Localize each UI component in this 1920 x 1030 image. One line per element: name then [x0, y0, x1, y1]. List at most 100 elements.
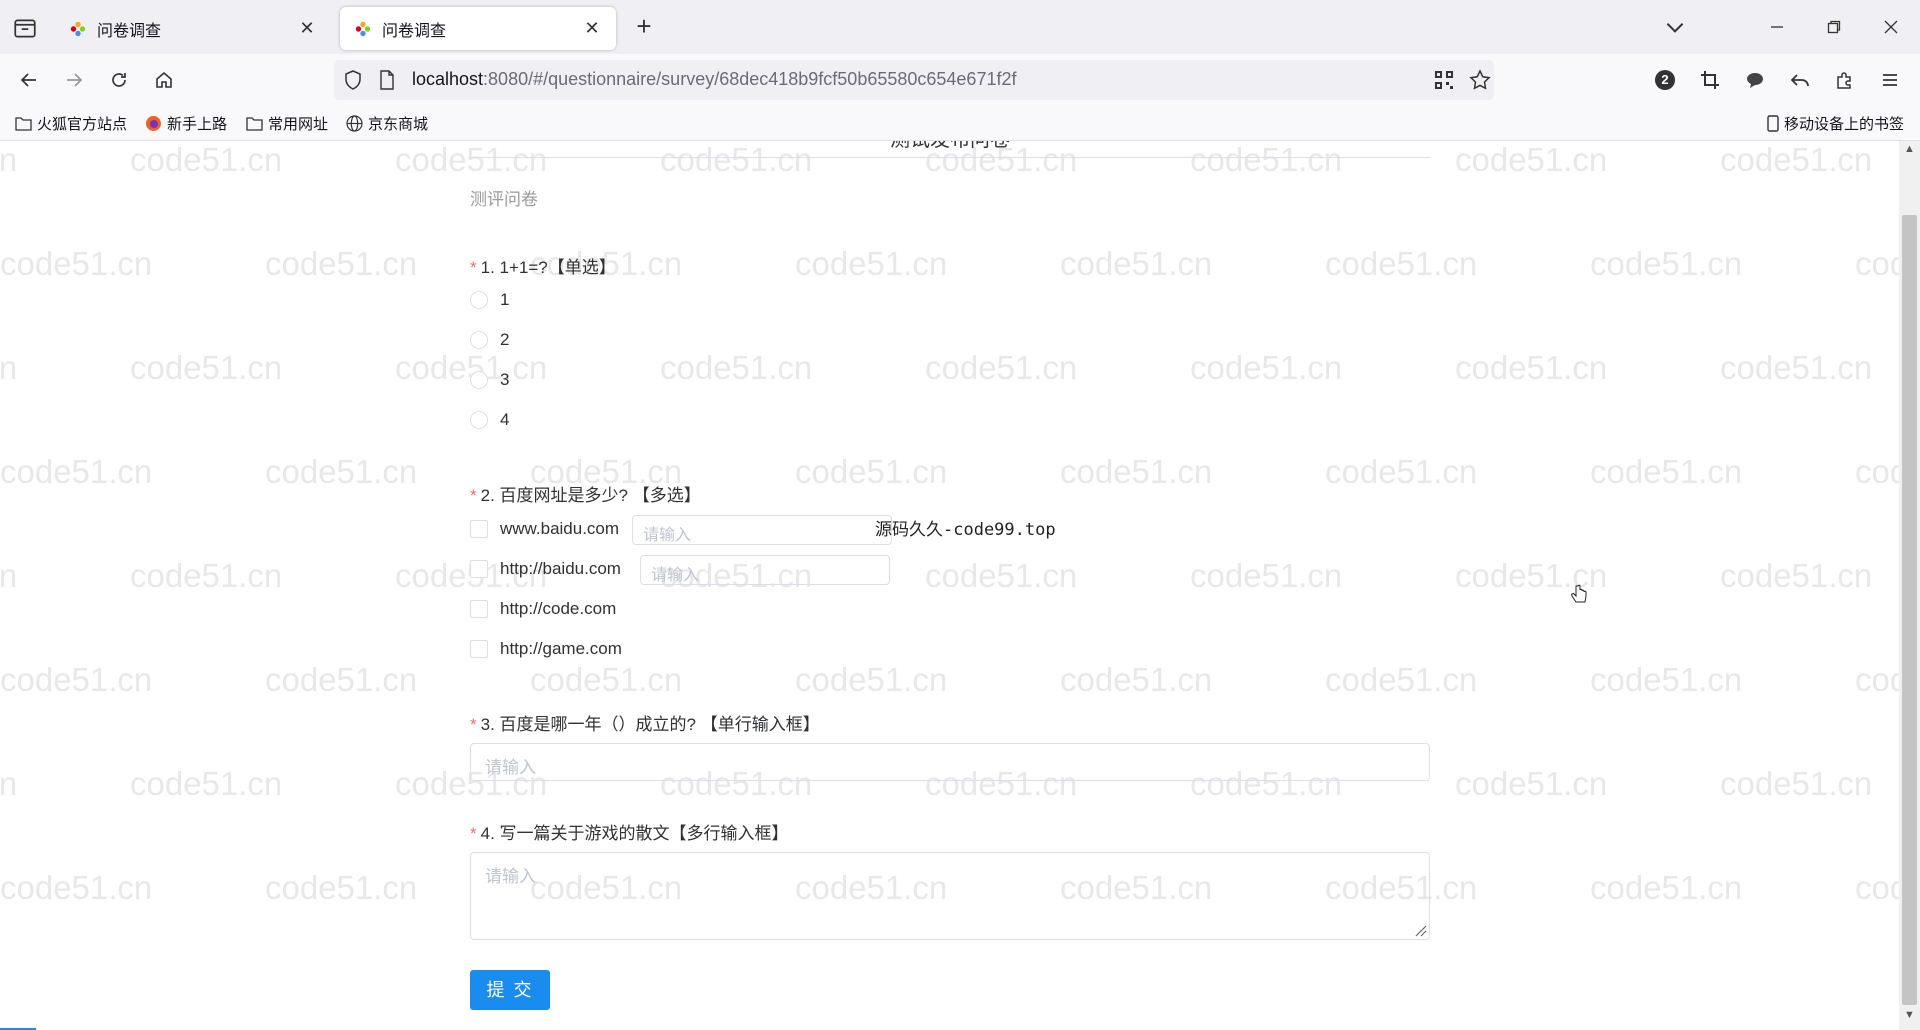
option-label: 1 — [500, 290, 510, 309]
checkbox[interactable] — [470, 600, 488, 618]
radio-option[interactable]: 3 — [470, 368, 509, 392]
option-label: 2 — [500, 330, 510, 349]
survey-title: 测试发布问卷 — [470, 141, 1430, 158]
bookmark-item[interactable]: 京东商城 — [346, 112, 428, 134]
arrow-left-icon — [20, 73, 36, 87]
scroll-up-arrow-icon[interactable]: ▲ — [1899, 143, 1920, 161]
radio-button[interactable] — [470, 291, 488, 309]
bookmark-item[interactable]: 新手上路 — [145, 112, 227, 134]
pinwheel-favicon-icon — [355, 21, 371, 36]
radio-option[interactable]: 2 — [470, 328, 509, 352]
reload-icon — [112, 73, 126, 87]
bookmark-label: 新手上路 — [167, 115, 228, 133]
scrollbar-thumb[interactable] — [1902, 215, 1917, 1005]
arrow-right-icon — [67, 73, 83, 87]
question-number: 4. — [480, 824, 495, 843]
resize-grip-icon[interactable] — [1413, 923, 1427, 937]
watermark-text: code51.cn — [795, 661, 948, 698]
submit-button[interactable]: 提 交 — [470, 970, 550, 1010]
back-button[interactable] — [14, 65, 44, 95]
undo-button[interactable] — [1785, 65, 1815, 95]
option-extra-input[interactable]: 请输入 — [640, 555, 890, 585]
screenshot-crop-button[interactable] — [1695, 65, 1725, 95]
address-bar[interactable]: localhost:8080/#/questionnaire/survey/68… — [334, 60, 1494, 100]
folder-icon — [246, 116, 263, 131]
checkbox-option[interactable]: http://code.com — [470, 597, 616, 621]
radio-button[interactable] — [470, 411, 488, 429]
question-number: 3. — [480, 715, 495, 734]
watermark-text: code51.cn — [265, 245, 418, 282]
shield-icon[interactable] — [342, 69, 364, 91]
question-title: * 3. 百度是哪一年（）成立的? 【单行输入框】 — [470, 710, 820, 735]
chat-bubble-icon — [1747, 73, 1763, 88]
minimize-icon — [1771, 26, 1783, 28]
new-tab-button[interactable]: + — [630, 13, 658, 41]
browser-tab-active[interactable]: 问卷调查 ✕ — [340, 7, 616, 50]
watermark-text: code51.cn — [1325, 453, 1478, 490]
single-line-input[interactable]: 请输入 — [470, 743, 1430, 781]
radio-option[interactable]: 1 — [470, 288, 509, 312]
bookmark-item[interactable]: 常用网址 — [246, 112, 328, 134]
radio-option[interactable]: 4 — [470, 408, 509, 432]
home-button[interactable] — [149, 65, 179, 95]
watermark-text: code51.cn — [130, 765, 283, 802]
watermark-text: code51.cn — [1855, 453, 1899, 490]
multi-line-textarea[interactable]: 请输入 — [470, 852, 1430, 940]
tab-title: 问卷调查 — [382, 22, 447, 40]
undo-icon — [1790, 74, 1809, 87]
checkbox-option[interactable]: www.baidu.com — [470, 517, 619, 541]
watermark-text: code51.cn — [1325, 245, 1478, 282]
watermark-text: code51.cn — [1455, 349, 1608, 386]
question-text: 写一篇关于游戏的散文【多行输入框】 — [499, 824, 789, 843]
close-window-button[interactable] — [1876, 12, 1906, 42]
option-extra-input[interactable]: 请输入 — [632, 515, 892, 545]
question-title: * 4. 写一篇关于游戏的散文【多行输入框】 — [470, 819, 789, 844]
option-label: http://baidu.com — [500, 559, 621, 578]
bookmark-star-icon[interactable] — [1468, 68, 1492, 92]
watermark-text: code51.cn — [1060, 453, 1213, 490]
checkbox-option[interactable]: http://game.com — [470, 637, 622, 661]
qr-code-icon[interactable] — [1434, 70, 1454, 90]
restore-button[interactable] — [1819, 12, 1849, 42]
checkbox-option[interactable]: http://baidu.com — [470, 557, 621, 581]
checkbox[interactable] — [470, 640, 488, 658]
close-tab-icon[interactable]: ✕ — [582, 18, 602, 39]
close-tab-icon[interactable]: ✕ — [297, 18, 317, 39]
url-text[interactable]: localhost:8080/#/questionnaire/survey/68… — [412, 69, 1016, 90]
bookmark-item[interactable]: 火狐官方站点 — [15, 112, 127, 134]
page-content: code51.cn code51.cn code51.cn code51.cn code… — [0, 141, 1899, 1030]
browser-tab[interactable]: 问卷调查 ✕ — [55, 7, 331, 50]
page-icon[interactable] — [378, 70, 396, 90]
watermark-text: code51.cn — [1590, 245, 1743, 282]
menu-button[interactable] — [1875, 65, 1905, 95]
reload-button[interactable] — [104, 65, 134, 95]
url-path: :8080/#/questionnaire/survey/68dec418b9f… — [483, 69, 1017, 89]
forward-button[interactable] — [59, 65, 89, 95]
watermark-text: code51.cn — [1590, 453, 1743, 490]
minimize-button[interactable] — [1762, 12, 1792, 42]
checkbox[interactable] — [470, 520, 488, 538]
vertical-scrollbar[interactable]: ▲ ▼ — [1899, 141, 1920, 1030]
option-label: http://game.com — [500, 639, 622, 658]
mobile-bookmarks[interactable]: 移动设备上的书签 — [1767, 112, 1904, 134]
checkbox[interactable] — [470, 560, 488, 578]
watermark-text: code51.cn — [265, 453, 418, 490]
chevron-down-icon[interactable] — [1662, 14, 1688, 40]
watermark-text: code51.cn — [1060, 661, 1213, 698]
radio-button[interactable] — [470, 371, 488, 389]
scroll-down-arrow-icon[interactable]: ▼ — [1899, 1009, 1920, 1027]
watermark-text: code51.cn — [1720, 557, 1873, 594]
mobile-device-icon — [1767, 114, 1779, 132]
chat-button[interactable] — [1740, 65, 1770, 95]
crop-icon — [1701, 71, 1719, 89]
watermark-text: code51.cn — [1855, 661, 1899, 698]
watermark-text: code51.cn — [0, 661, 153, 698]
tab-overview-icon[interactable] — [12, 15, 38, 41]
puzzle-icon — [1837, 72, 1851, 89]
watermark-text: code51.cn — [130, 349, 283, 386]
watermark-text: code51.cn — [1590, 869, 1743, 906]
extension-badge-button[interactable]: 2 — [1650, 65, 1680, 95]
radio-button[interactable] — [470, 331, 488, 349]
extensions-button[interactable] — [1830, 65, 1860, 95]
watermark-text: code51.cn — [0, 245, 153, 282]
